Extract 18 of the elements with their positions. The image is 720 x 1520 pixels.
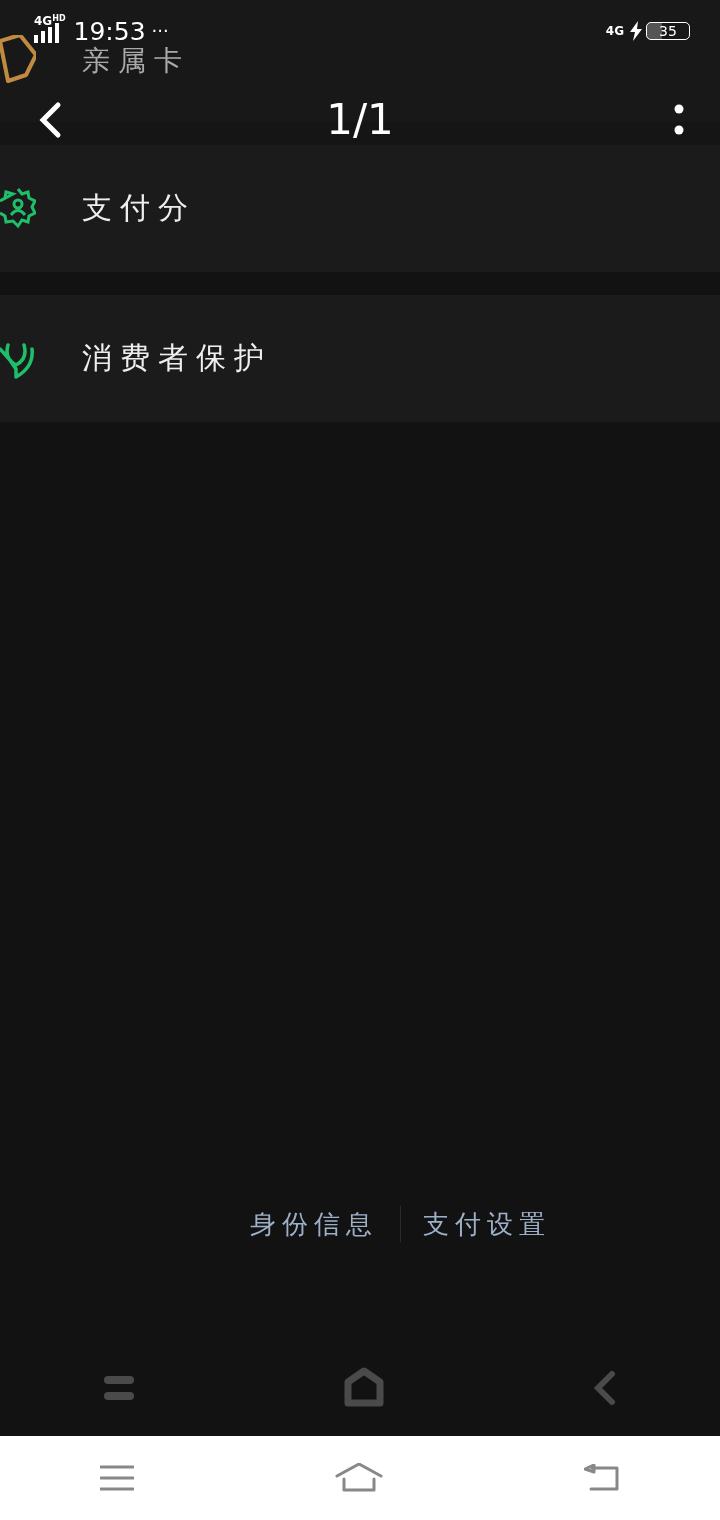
more-indicator: ··· (151, 22, 169, 40)
home-icon[interactable] (342, 1367, 386, 1409)
menu-item-label: 消费者保护 (82, 339, 272, 377)
footer-link[interactable]: 支付设置 (400, 1206, 573, 1242)
menu-item-label: 支付分 (82, 189, 196, 227)
network-label: 4G (605, 25, 624, 37)
network-label: 4G (34, 15, 53, 27)
battery-indicator: 35 (646, 22, 690, 40)
hd-label: HD (52, 15, 66, 23)
relatives-card-label[interactable]: 亲属卡 (82, 42, 190, 80)
home-icon[interactable] (335, 1463, 383, 1493)
menu-item[interactable]: 消费者保护 (0, 295, 720, 422)
more-icon[interactable] (674, 104, 684, 136)
footer-link[interactable]: 身份信息 (227, 1206, 400, 1242)
menu-item[interactable]: 支付分 (0, 145, 720, 272)
status-time: 19:53 (73, 18, 146, 44)
menu-icon[interactable] (100, 1464, 135, 1492)
page-title: 1/1 (326, 99, 394, 141)
